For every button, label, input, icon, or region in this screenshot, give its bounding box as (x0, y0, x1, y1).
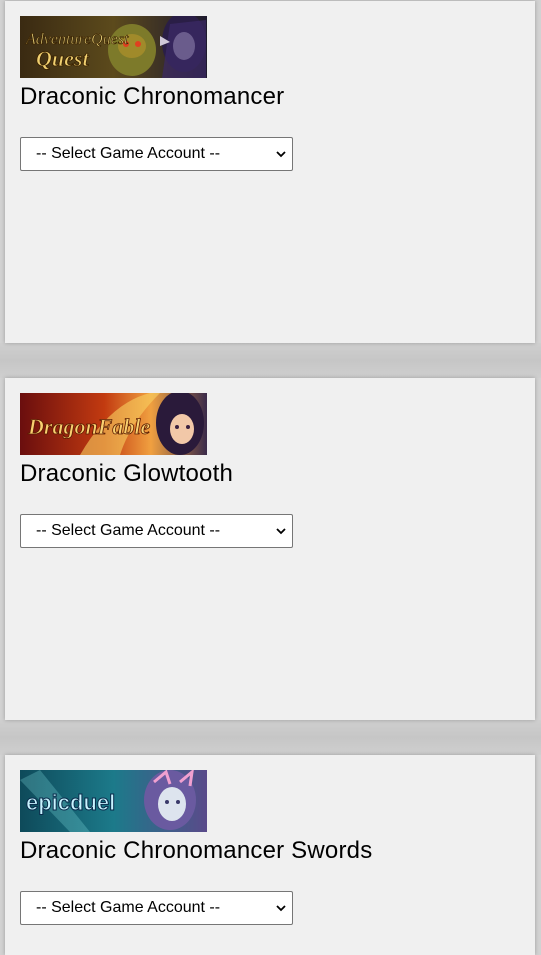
card-separator (0, 720, 541, 755)
adventurequest-logo-icon: AdventureQuest Quest (20, 16, 207, 78)
chevron-down-icon (275, 147, 287, 166)
epicduel-logo-icon: epicduel (20, 770, 207, 832)
svg-text:Quest: Quest (36, 46, 89, 71)
item-title: Draconic Glowtooth (20, 460, 234, 487)
select-value: -- Select Game Account -- (36, 145, 221, 162)
item-card-draconic-chronomancer-swords: epicduel Draconic Chronomancer Swords --… (5, 755, 535, 955)
logo-text: epicduel (26, 790, 115, 815)
select-value: -- Select Game Account -- (36, 522, 221, 539)
dragonfable-logo-icon: DragonFable (20, 393, 207, 455)
select-value: -- Select Game Account -- (36, 899, 221, 916)
item-title: Draconic Chronomancer Swords (20, 837, 373, 864)
game-account-select[interactable]: -- Select Game Account -- (20, 514, 293, 548)
item-card-draconic-chronomancer: AdventureQuest Quest Draconic Chronomanc… (5, 1, 535, 343)
item-title: Draconic Chronomancer (20, 83, 285, 110)
chevron-down-icon (275, 524, 287, 543)
game-account-select[interactable]: -- Select Game Account -- (20, 137, 293, 171)
card-separator (0, 343, 541, 378)
game-account-select[interactable]: -- Select Game Account -- (20, 891, 293, 925)
item-card-draconic-glowtooth: DragonFable Draconic Glowtooth -- Select… (5, 378, 535, 720)
chevron-down-icon (275, 901, 287, 920)
logo-text: DragonFable (27, 414, 150, 439)
